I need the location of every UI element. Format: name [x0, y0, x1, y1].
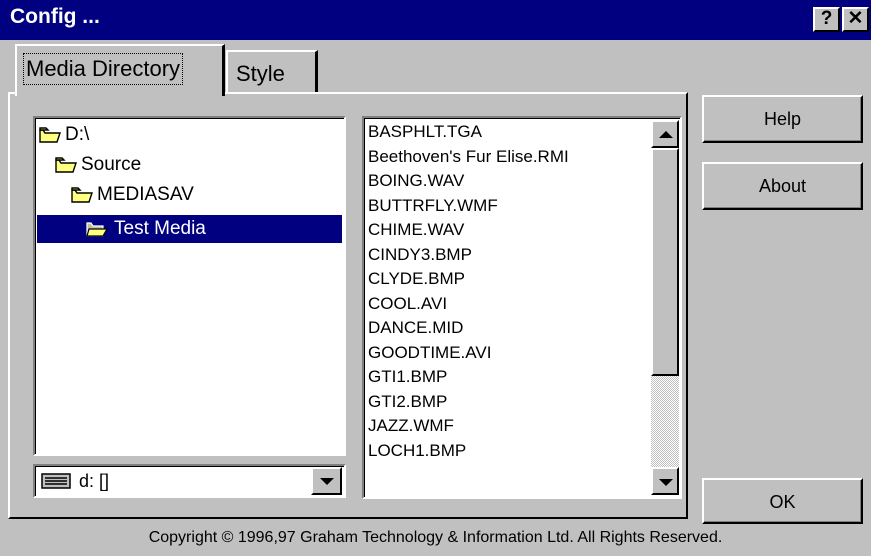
file-list-item[interactable]: BASPHLT.TGA: [368, 120, 648, 145]
file-list-item[interactable]: GOODTIME.AVI: [368, 341, 648, 366]
help-button[interactable]: Help: [702, 95, 863, 143]
file-list-item[interactable]: CLYDE.BMP: [368, 267, 648, 292]
file-list-items: BASPHLT.TGA Beethoven's Fur Elise.RMI BOIN…: [368, 120, 648, 463]
file-list-item[interactable]: DANCE.MID: [368, 316, 648, 341]
file-list-item[interactable]: GTI2.BMP: [368, 390, 648, 415]
chevron-down-icon: [659, 479, 673, 486]
scroll-down-button[interactable]: [651, 467, 679, 495]
drive-dropdown-button[interactable]: [311, 467, 342, 495]
file-list-item[interactable]: BUTTRFLY.WMF: [368, 194, 648, 219]
tree-item-mediasav[interactable]: MEDIASAV: [71, 181, 194, 209]
file-list-item[interactable]: LOCH1.BMP: [368, 439, 648, 464]
window-title: Config ...: [10, 5, 100, 28]
folder-closed-icon: [71, 187, 93, 203]
ok-button[interactable]: OK: [702, 478, 863, 524]
tab-media-directory-label: Media Directory: [22, 53, 184, 85]
title-bar[interactable]: Config ... ? ✕: [0, 0, 871, 40]
drive-select[interactable]: d: []: [33, 464, 346, 498]
file-list-item[interactable]: CINDY3.BMP: [368, 243, 648, 268]
tree-item-label: Test Media: [114, 218, 206, 239]
tree-item-root[interactable]: D:\: [39, 121, 89, 149]
tree-item-label: Source: [81, 154, 142, 175]
file-list-item[interactable]: Beethoven's Fur Elise.RMI: [368, 145, 648, 170]
file-list-item[interactable]: CHIME.WAV: [368, 218, 648, 243]
about-button[interactable]: About: [702, 162, 863, 210]
help-icon: ?: [820, 8, 833, 29]
tab-media-directory[interactable]: Media Directory: [15, 44, 225, 96]
directory-tree[interactable]: D:\ Source MEDIASAV Test Media: [33, 116, 346, 456]
close-icon: ✕: [847, 8, 864, 29]
tab-style-label: Style: [236, 61, 285, 86]
file-list-item[interactable]: JAZZ.WMF: [368, 414, 648, 439]
file-list-item[interactable]: GTI1.BMP: [368, 365, 648, 390]
folder-closed-icon: [39, 127, 61, 143]
tree-item-test-media[interactable]: Test Media: [37, 215, 342, 243]
tree-item-source[interactable]: Source: [55, 151, 141, 179]
file-list-item[interactable]: COOL.AVI: [368, 292, 648, 317]
scroll-thumb[interactable]: [651, 148, 679, 376]
file-list-item[interactable]: BOING.WAV: [368, 169, 648, 194]
drive-select-value: d: []: [79, 471, 110, 491]
scroll-up-button[interactable]: [651, 120, 679, 148]
drive-icon: [41, 473, 71, 489]
tab-style[interactable]: Style: [226, 50, 318, 92]
copyright-text: Copyright © 1996,97 Graham Technology & …: [148, 529, 723, 546]
close-button[interactable]: ✕: [842, 7, 869, 32]
tree-item-label: D:\: [65, 124, 90, 145]
folder-closed-icon: [55, 157, 77, 173]
chevron-down-icon: [320, 478, 334, 485]
context-help-button[interactable]: ?: [813, 7, 840, 32]
folder-open-icon: [86, 222, 109, 237]
chevron-up-icon: [659, 131, 673, 138]
file-list[interactable]: BASPHLT.TGA Beethoven's Fur Elise.RMI BOIN…: [362, 116, 682, 499]
vertical-scrollbar[interactable]: [651, 120, 679, 495]
tree-item-label: MEDIASAV: [97, 184, 194, 205]
